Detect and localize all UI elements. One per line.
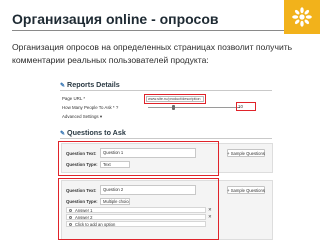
question-1-highlight — [58, 141, 219, 176]
report-details-divider — [60, 90, 272, 91]
advanced-settings-toggle[interactable]: Advanced Settings ▾ — [62, 114, 102, 120]
sample-questions-button[interactable]: + Sample Questions — [227, 186, 265, 194]
people-count-slider[interactable] — [148, 107, 240, 108]
flower-logo-icon — [292, 7, 312, 27]
sample-questions-button[interactable]: + Sample Questions — [227, 149, 265, 157]
pencil-icon: ✎ — [60, 83, 66, 89]
questions-divider — [60, 138, 272, 139]
report-details-heading: ✎ Reports Details — [60, 80, 120, 89]
page-url-highlight — [144, 94, 206, 104]
page-url-label: Page URL * — [62, 96, 86, 101]
question-2-highlight — [58, 178, 219, 240]
intro-text: Организация опросов на определенных стра… — [12, 42, 293, 65]
people-count-highlight — [236, 102, 256, 111]
pencil-icon: ✎ — [60, 131, 66, 137]
survey-builder-panel: ✎ Reports Details Page URL * www.site.ru/… — [58, 76, 274, 240]
people-count-label: How Many People To Ask * ? — [62, 105, 119, 110]
people-count-slider-handle[interactable] — [172, 105, 175, 110]
logo — [284, 0, 320, 34]
questions-title: Questions to Ask — [67, 128, 126, 137]
title-divider — [12, 30, 286, 31]
questions-heading: ✎ Questions to Ask — [60, 128, 126, 137]
report-details-title: Reports Details — [67, 80, 120, 89]
slide-title: Организация online - опросов — [12, 11, 219, 27]
